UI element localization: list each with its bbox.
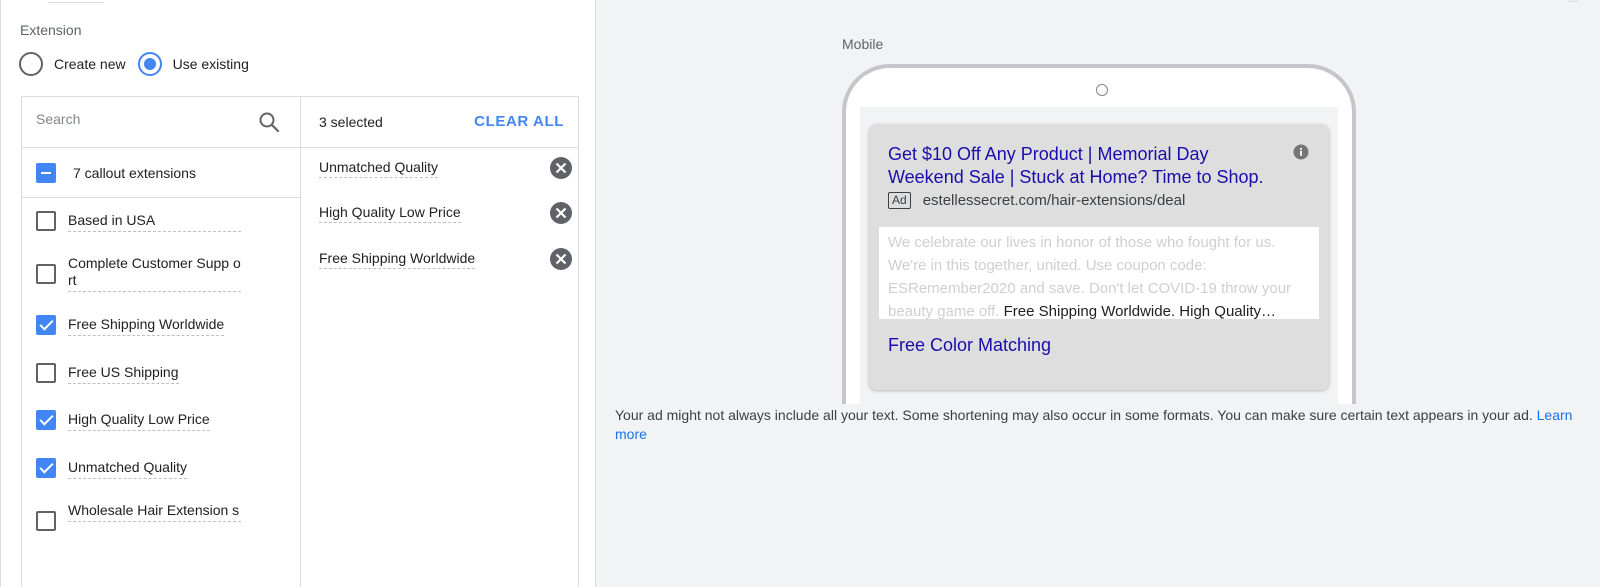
- selected-item: Free Shipping Worldwide: [319, 247, 578, 271]
- ad-preview-panel: Mobile Get $10 Off Any Product | Memoria…: [596, 0, 1600, 587]
- select-all-checkbox[interactable]: [36, 163, 56, 183]
- callout-checkbox[interactable]: [36, 511, 56, 531]
- use-existing-label[interactable]: Use existing: [173, 56, 249, 72]
- select-all-row: 7 callout extensions: [22, 148, 300, 198]
- tab-indicator: [48, 0, 104, 3]
- extension-label: Extension: [20, 22, 82, 38]
- phone-screen: Get $10 Off Any Product | Memorial Day W…: [860, 107, 1338, 404]
- extension-mode-radio-group: Create new Use existing: [19, 52, 261, 76]
- callout-checkbox[interactable]: [36, 410, 56, 430]
- info-icon[interactable]: [1293, 144, 1309, 160]
- phone-camera: [1096, 84, 1108, 96]
- callout-checkbox[interactable]: [36, 363, 56, 383]
- selected-count: 3 selected: [319, 114, 383, 130]
- create-new-radio[interactable]: [19, 52, 43, 76]
- selected-pane: 3 selected CLEAR ALL Unmatched Quality H…: [301, 97, 578, 587]
- callout-label: High Quality Low Price: [68, 411, 210, 431]
- ad-description: We celebrate our lives in honor of those…: [888, 231, 1310, 319]
- selected-item-label: Free Shipping Worldwide: [319, 250, 476, 269]
- selected-item-label: High Quality Low Price: [319, 204, 461, 223]
- select-all-label: 7 callout extensions: [73, 165, 196, 181]
- callout-checkbox[interactable]: [36, 264, 56, 284]
- callout-checkbox[interactable]: [36, 315, 56, 335]
- callout-checkbox[interactable]: [36, 211, 56, 231]
- remove-icon[interactable]: [549, 201, 573, 225]
- phone-frame: Get $10 Off Any Product | Memorial Day W…: [842, 64, 1356, 404]
- ad-description-box: We celebrate our lives in honor of those…: [879, 227, 1319, 319]
- extension-editor-panel: Extension Create new Use existing 7 call…: [0, 0, 596, 587]
- callout-label: Based in USA: [68, 212, 241, 232]
- create-new-label[interactable]: Create new: [54, 56, 126, 72]
- remove-icon[interactable]: [549, 247, 573, 271]
- callout-list-pane: 7 callout extensions Based in USA Comple…: [22, 97, 301, 587]
- callout-picker: 7 callout extensions Based in USA Comple…: [21, 96, 579, 587]
- ad-badge: Ad: [888, 192, 911, 209]
- selected-item-label: Unmatched Quality: [319, 159, 439, 178]
- search-icon[interactable]: [257, 110, 281, 134]
- ad-sitelink[interactable]: Free Color Matching: [888, 335, 1051, 356]
- selected-item: High Quality Low Price: [319, 201, 578, 225]
- clear-all-button[interactable]: CLEAR ALL: [474, 113, 564, 130]
- callout-checkbox[interactable]: [36, 458, 56, 478]
- device-label: Mobile: [842, 36, 884, 52]
- callout-label: Complete Customer Supp ort: [68, 255, 241, 292]
- ad-headline[interactable]: Get $10 Off Any Product | Memorial Day W…: [888, 143, 1288, 189]
- selected-header: 3 selected CLEAR ALL: [301, 97, 578, 148]
- search-input[interactable]: [36, 111, 236, 127]
- search-row: [22, 97, 300, 148]
- preview-disclaimer: Your ad might not always include all you…: [615, 406, 1575, 444]
- callout-label: Unmatched Quality: [68, 459, 188, 479]
- ad-url-row: Ad estellessecret.com/hair-extensions/de…: [888, 192, 1185, 209]
- selected-item: Unmatched Quality: [319, 156, 578, 180]
- remove-icon[interactable]: [549, 156, 573, 180]
- callout-label: Free Shipping Worldwide: [68, 316, 225, 336]
- ad-callouts-text: Free Shipping Worldwide. High Quality…: [1003, 303, 1276, 319]
- ad-card: Get $10 Off Any Product | Memorial Day W…: [869, 124, 1329, 390]
- ad-display-url: estellessecret.com/hair-extensions/deal: [922, 192, 1186, 209]
- disclaimer-text: Your ad might not always include all you…: [615, 407, 1533, 423]
- use-existing-radio[interactable]: [137, 52, 162, 76]
- callout-label: Wholesale Hair Extension s: [68, 502, 241, 522]
- callout-label: Free US Shipping: [68, 364, 179, 384]
- corner-control: [1566, 0, 1580, 2]
